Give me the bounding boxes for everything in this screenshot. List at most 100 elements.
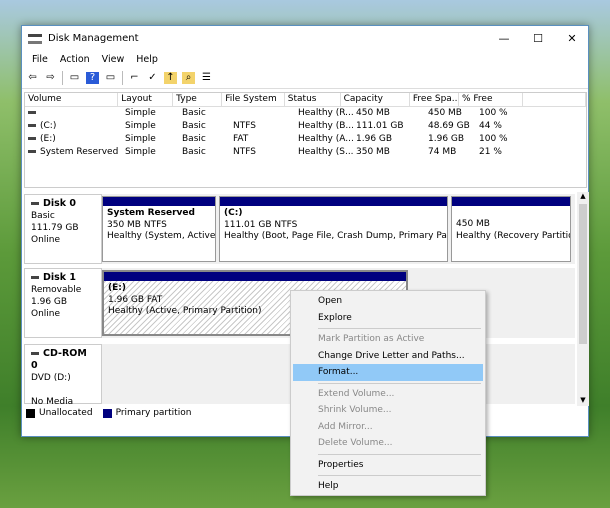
table-cell: 21 % <box>476 146 542 159</box>
disk-icon <box>31 202 39 205</box>
table-cell: 74 MB <box>425 146 476 159</box>
toolbar-separator <box>122 70 123 85</box>
disk-label[interactable]: Disk 1 Removable 1.96 GB Online <box>24 268 102 338</box>
menu-item-add-mirror: Add Mirror... <box>318 421 373 432</box>
checklist-icon[interactable]: ✓ <box>146 72 159 84</box>
partition-size: 350 MB NTFS <box>107 219 167 230</box>
action-pane-icon[interactable]: ▭ <box>104 72 117 84</box>
table-cell: NTFS <box>230 146 295 159</box>
menu-help[interactable]: Help <box>130 54 164 65</box>
toolbar: ⇦ ⇨ ▭? ▭ ⌐ ✓ ↑ ⌕ ☰ <box>22 67 588 89</box>
column-header[interactable]: Status <box>285 93 341 106</box>
cell-text: Simple <box>125 108 156 118</box>
cell-text: Basic <box>182 147 206 157</box>
menu-action[interactable]: Action <box>54 54 96 65</box>
help-icon[interactable]: ? <box>86 71 99 84</box>
menu-file[interactable]: File <box>26 54 54 65</box>
column-header[interactable]: File System <box>222 93 285 106</box>
cell-text: 350 MB <box>356 147 390 157</box>
table-row[interactable]: System Reserved Simple Basic NTFS Healthy (S… <box>25 146 586 159</box>
forward-icon[interactable]: ⇨ <box>44 72 57 84</box>
cell-text: Simple <box>125 134 156 144</box>
column-header[interactable]: Capacity <box>341 93 410 106</box>
table-cell: Simple <box>122 133 179 146</box>
cell-text: 111.01 GB <box>356 121 404 131</box>
disk-info: Removable <box>31 285 82 295</box>
maximize-button[interactable]: ☐ <box>521 26 555 51</box>
menu-separator <box>318 328 481 329</box>
cell-text: Basic <box>182 108 206 118</box>
partition-block[interactable]: 450 MBHealthy (Recovery Partition) <box>451 196 571 262</box>
disk-label[interactable]: Disk 0 Basic 111.79 GB Online <box>24 194 102 264</box>
back-icon[interactable]: ⇦ <box>26 72 39 84</box>
properties-icon[interactable]: ☰ <box>200 72 213 84</box>
table-cell: 100 % <box>476 133 542 146</box>
menu-item-properties[interactable]: Properties <box>293 457 483 474</box>
cell-text: Healthy (A... <box>298 134 353 144</box>
table-cell <box>25 107 122 120</box>
cell-text: NTFS <box>233 121 256 131</box>
partition-type-band <box>220 197 447 206</box>
cell-text: 1.96 GB <box>428 134 465 144</box>
partition-status: Healthy (System, Active, P <box>107 231 215 241</box>
disk-name: Disk 0 <box>43 198 77 209</box>
disk-info: Online <box>31 235 61 245</box>
column-header[interactable]: Volume <box>25 93 119 106</box>
cell-text: 1.96 GB <box>356 134 393 144</box>
table-cell: Basic <box>179 120 230 133</box>
table-row[interactable]: (E:) Simple Basic FAT Healthy (A... 1.96 GB 1.… <box>25 133 586 146</box>
partition-block[interactable]: System Reserved 350 MB NTFS Healthy (Syste… <box>102 196 216 262</box>
scrollbar-thumb[interactable] <box>579 204 587 344</box>
cell-text: 100 % <box>479 134 508 144</box>
toolbar-separator <box>62 70 63 85</box>
cell-text: (C:) <box>40 121 57 131</box>
volume-icon <box>28 137 36 140</box>
legend-label: Unallocated <box>39 408 93 418</box>
menu-item-change-drive-letter-and-paths[interactable]: Change Drive Letter and Paths... <box>293 348 483 365</box>
legend-swatch <box>102 408 112 418</box>
menu-bar: File Action View Help <box>22 51 588 67</box>
partition-info: System Reserved 350 MB NTFS Healthy (Syste… <box>103 206 215 245</box>
console-tree-icon[interactable]: ▭ <box>68 72 81 84</box>
cell-text: FAT <box>233 134 249 144</box>
column-header[interactable]: Type <box>173 93 223 106</box>
table-cell <box>230 107 295 120</box>
connect-icon[interactable]: ⌐ <box>128 72 141 84</box>
up-folder-icon[interactable]: ↑ <box>164 71 177 84</box>
disk-info: 1.96 GB <box>31 297 68 307</box>
minimize-button[interactable]: — <box>487 26 521 51</box>
cell-text: 450 MB <box>356 108 390 118</box>
cell-text: (E:) <box>40 134 56 144</box>
table-cell: 350 MB <box>353 146 425 159</box>
table-cell: Basic <box>179 146 230 159</box>
table-cell: System Reserved <box>25 146 122 159</box>
menu-item-explore[interactable]: Explore <box>293 310 483 327</box>
volume-list: Volume Layout Type File System Status Capacit… <box>24 92 587 188</box>
menu-item-format[interactable]: Format... <box>293 364 483 381</box>
search-folder-icon[interactable]: ⌕ <box>182 71 195 84</box>
column-header[interactable]: Free Spa... <box>410 93 459 106</box>
menu-item-help[interactable]: Help <box>293 478 483 495</box>
cell-text: System Reserved <box>40 147 119 157</box>
table-cell: 111.01 GB <box>353 120 425 133</box>
disk-label[interactable]: CD-ROM 0 DVD (D:) No Media <box>24 344 102 407</box>
column-header[interactable]: Layout <box>118 93 174 106</box>
table-cell: FAT <box>230 133 295 146</box>
partition-block[interactable]: (C:) 111.01 GB NTFS Healthy (Boot, Page Fi… <box>219 196 448 262</box>
table-row[interactable]: (C:) Simple Basic NTFS Healthy (B... 111.01 G… <box>25 120 586 133</box>
column-header[interactable]: % Free <box>459 93 523 106</box>
table-cell: (C:) <box>25 120 122 133</box>
vertical-scrollbar[interactable]: ▲ ▼ <box>577 192 589 406</box>
menu-separator <box>318 475 481 476</box>
legend: Unallocated Primary partition <box>26 408 197 418</box>
cell-text: 21 % <box>479 147 502 157</box>
menu-view[interactable]: View <box>96 54 131 65</box>
legend-label: Primary partition <box>115 408 192 418</box>
menu-item-open[interactable]: Open <box>293 293 483 310</box>
table-row[interactable]: Simple Basic Healthy (R... 450 MB 450 MB 100 … <box>25 107 586 120</box>
table-cell: Healthy (B... <box>295 120 353 133</box>
disk-name: Disk 1 <box>43 272 77 283</box>
disk-info: Online <box>31 309 61 319</box>
table-cell: Healthy (A... <box>295 133 353 146</box>
close-button[interactable]: ✕ <box>555 26 589 51</box>
